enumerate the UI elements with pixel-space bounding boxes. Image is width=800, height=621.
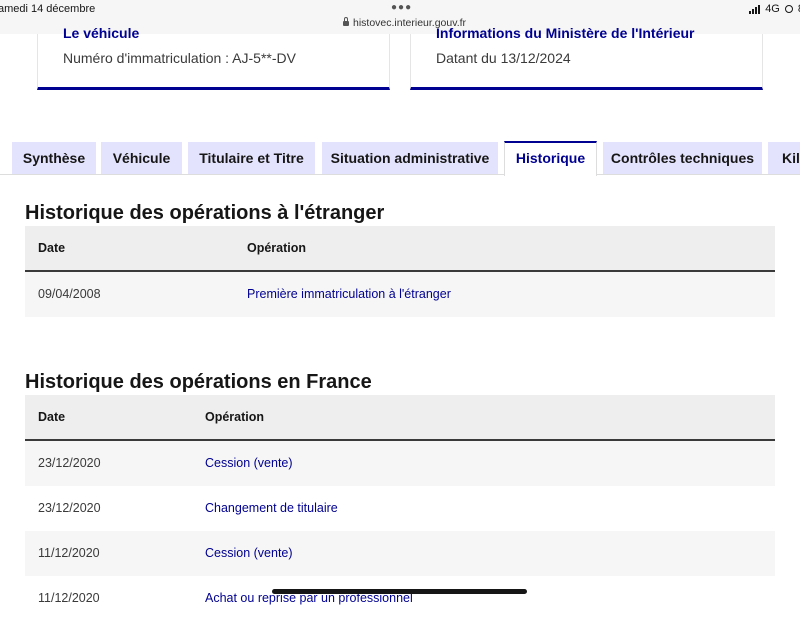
tab-historique[interactable]: Historique <box>504 141 597 176</box>
ministry-card-title: Informations du Ministère de l'Intérieur <box>436 25 695 41</box>
row-operation-link[interactable]: Cession (vente) <box>205 546 293 560</box>
france-history-title: Historique des opérations en France <box>25 371 372 393</box>
table-row: 23/12/2020 Changement de titulaire <box>25 486 775 531</box>
vehicle-card: Le véhicule Numéro d'immatriculation : A… <box>37 25 390 90</box>
row-date: 23/12/2020 <box>38 456 101 470</box>
table-row: 09/04/2008 Première immatriculation à l'… <box>25 272 775 317</box>
column-operation: Opération <box>205 410 265 424</box>
table-row: 11/12/2020 Cession (vente) <box>25 531 775 576</box>
row-operation-link[interactable]: Changement de titulaire <box>205 501 338 515</box>
tab-controles-techniques[interactable]: Contrôles techniques <box>603 142 762 174</box>
row-operation-link[interactable]: Première immatriculation à l'étranger <box>247 287 451 301</box>
row-date: 11/12/2020 <box>38 591 100 605</box>
column-operation: Opération <box>247 241 307 255</box>
table-row: 23/12/2020 Cession (vente) <box>25 441 775 486</box>
registration-number: Numéro d'immatriculation : AJ-5**-DV <box>63 50 296 66</box>
tab-kilometrage[interactable]: Kilo <box>768 142 800 174</box>
ministry-info-card: Informations du Ministère de l'Intérieur… <box>410 25 763 90</box>
row-date: 23/12/2020 <box>38 501 101 515</box>
column-date: Date <box>38 410 66 424</box>
lock-icon <box>343 17 349 26</box>
column-date: Date <box>38 241 66 255</box>
tab-vehicule[interactable]: Véhicule <box>101 142 182 174</box>
foreign-history-title: Historique des opérations à l'étranger <box>25 202 385 224</box>
tab-situation-administrative[interactable]: Situation administrative <box>322 142 498 174</box>
home-indicator[interactable] <box>272 589 527 594</box>
status-indicators: 4G 8 <box>749 3 800 15</box>
more-dots-icon[interactable]: ●●● <box>391 2 412 13</box>
row-date: 11/12/2020 <box>38 546 100 560</box>
orientation-lock-icon <box>784 5 793 13</box>
tab-titulaire-titre[interactable]: Titulaire et Titre <box>188 142 315 174</box>
row-date: 09/04/2008 <box>38 287 101 301</box>
network-label: 4G <box>765 3 780 15</box>
table-row: 11/12/2020 Achat ou reprise par un profe… <box>25 576 775 621</box>
data-date: Datant du 13/12/2024 <box>436 50 571 66</box>
signal-icon <box>749 4 761 14</box>
table-header: Date Opération <box>25 395 775 441</box>
status-time: amedi 14 décembre <box>0 3 96 15</box>
foreign-history-table: Date Opération 09/04/2008 Première immat… <box>25 226 775 318</box>
row-operation-link[interactable]: Cession (vente) <box>205 456 293 470</box>
france-history-table: Date Opération 23/12/2020 Cession (vente… <box>25 395 775 605</box>
vehicle-card-title: Le véhicule <box>63 25 140 41</box>
tab-synthese[interactable]: Synthèse <box>12 142 96 174</box>
table-header: Date Opération <box>25 226 775 272</box>
tab-list: Synthèse Véhicule Titulaire et Titre Sit… <box>0 141 800 176</box>
